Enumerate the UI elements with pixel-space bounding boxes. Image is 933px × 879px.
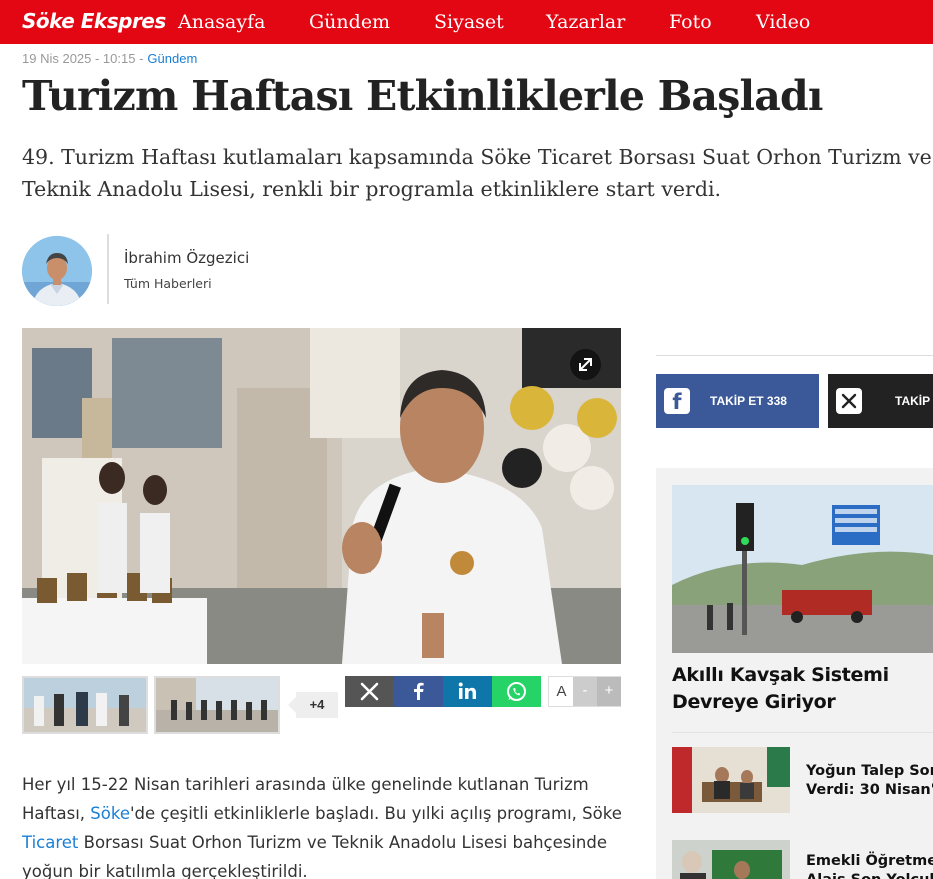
author-divider: [107, 234, 109, 304]
article-category-link[interactable]: Gündem: [147, 51, 197, 66]
sidebar-item-title-2-line2: Alaiş Son Yolculuğ...: [806, 871, 933, 879]
sidebar-item-image-1[interactable]: [672, 747, 790, 813]
nav-item-anasayfa[interactable]: Anasayfa: [178, 11, 265, 33]
sidebar-item-title-2-line1: Emekli Öğretmen: [806, 853, 933, 869]
x-icon: [360, 682, 379, 701]
share-facebook-button[interactable]: [394, 676, 443, 707]
x-icon: [836, 388, 862, 414]
font-size-control: A - +: [548, 676, 621, 707]
article-lead: 49. Turizm Haftası kutlamaları kapsamınd…: [22, 145, 932, 201]
facebook-icon: [414, 682, 424, 700]
body-text-2: 'de çeşitli etkinliklerle başladı. Bu yı…: [129, 804, 622, 823]
site-logo[interactable]: Söke Ekspres: [22, 4, 166, 40]
gallery-thumb-2[interactable]: [154, 676, 280, 734]
nav-item-gundem[interactable]: Gündem: [309, 11, 390, 33]
font-decrease-button[interactable]: -: [573, 677, 597, 706]
nav-item-siyaset[interactable]: Siyaset: [434, 11, 504, 33]
facebook-icon: f: [664, 388, 690, 414]
sidebar-featured-title[interactable]: Akıllı Kavşak Sistemi Devreye Giriyor: [672, 662, 933, 716]
sidebar-item-title-2[interactable]: Emekli Öğretmen Alaiş Son Yolculuğ...: [806, 852, 933, 879]
sidebar-item-title-1-line1: Yoğun Talep Sonucu: [806, 763, 933, 779]
body-link-ticaret[interactable]: Ticaret: [22, 833, 78, 852]
sidebar-item-image-2[interactable]: [672, 840, 790, 879]
x-follow-label: TAKİP ET: [895, 394, 933, 408]
facebook-follow-button[interactable]: f TAKİP ET 338: [656, 374, 819, 428]
expand-icon: [579, 358, 592, 371]
sidebar-item-divider: [672, 732, 933, 733]
article-main-image[interactable]: [22, 328, 621, 664]
article-body-paragraph: Her yıl 15-22 Nisan tarihleri arasında ü…: [22, 770, 622, 879]
nav-item-yazarlar[interactable]: Yazarlar: [546, 11, 625, 33]
share-whatsapp-button[interactable]: [492, 676, 541, 707]
body-link-soke[interactable]: Söke: [90, 804, 130, 823]
expand-image-button[interactable]: [570, 349, 601, 380]
body-text-3: Borsası Suat Orhon Turizm ve Teknik Anad…: [22, 833, 608, 879]
author-name[interactable]: İbrahim Özgezici: [124, 249, 249, 267]
linkedin-icon: [458, 682, 476, 699]
facebook-follow-label: TAKİP ET 338: [710, 394, 787, 408]
sidebar-featured-image[interactable]: [672, 485, 933, 653]
article-meta: 19 Nis 2025 - 10:15 - Gündem: [22, 51, 197, 66]
logo-wordmark: Söke Ekspres: [22, 9, 166, 33]
x-follow-button[interactable]: TAKİP ET: [828, 374, 933, 428]
nav-item-video[interactable]: Video: [756, 11, 810, 33]
sidebar-divider: [656, 355, 933, 356]
whatsapp-icon: [507, 682, 526, 701]
top-nav-bar: Söke Ekspres Anasayfa Gündem Siyaset Yaz…: [0, 0, 933, 44]
font-size-label: A: [556, 683, 567, 700]
author-avatar[interactable]: [22, 236, 92, 306]
nav-item-foto[interactable]: Foto: [669, 11, 712, 33]
sidebar-item-title-1[interactable]: Yoğun Talep Sonucu Verdi: 30 Nisan'a...: [806, 762, 933, 800]
article-date: 19 Nis 2025 - 10:15 -: [22, 51, 144, 66]
share-linkedin-button[interactable]: [443, 676, 492, 707]
gallery-thumb-1[interactable]: [22, 676, 148, 734]
gallery-more-badge[interactable]: +4: [288, 692, 338, 718]
author-all-news-link[interactable]: Tüm Haberleri: [124, 276, 212, 291]
share-x-button[interactable]: [345, 676, 394, 707]
font-increase-button[interactable]: +: [597, 677, 621, 706]
sidebar-item-title-1-line2: Verdi: 30 Nisan'a...: [806, 782, 933, 798]
article-title: Turizm Haftası Etkinliklerle Başladı: [22, 72, 823, 120]
